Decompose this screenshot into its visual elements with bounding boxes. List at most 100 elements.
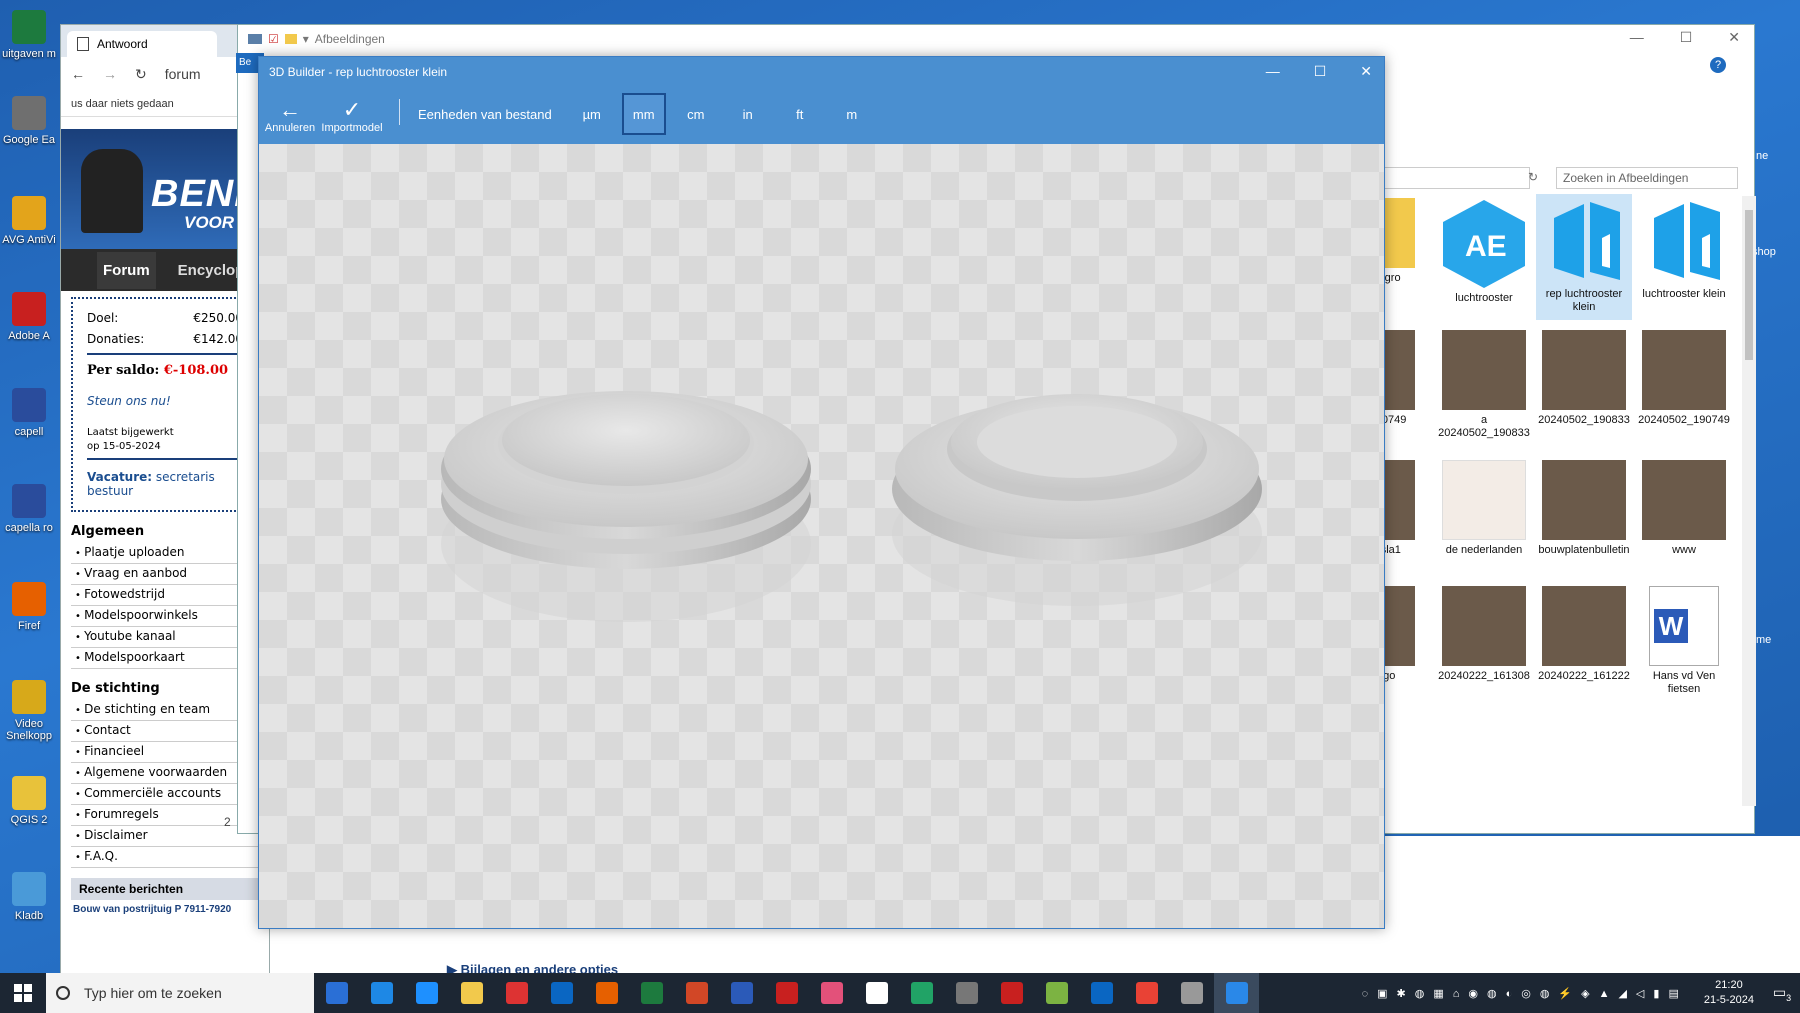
builder-close-icon[interactable]: ✕ [1360,63,1372,80]
import-model-button[interactable]: ✓ Importmodel [321,87,383,144]
app-icon [12,776,46,810]
3d-builder-window[interactable]: 3D Builder - rep luchtrooster klein — ☐ … [258,56,1385,929]
clock[interactable]: 21:20 21-5-2024 [1694,978,1764,1008]
minimize-icon[interactable]: — [1630,29,1644,46]
desktop-icon-0[interactable]: uitgaven m [0,10,64,60]
3d-viewport[interactable] [259,144,1384,928]
desktop-icon-2[interactable]: AVG AntiVi [0,196,64,246]
filezilla-icon[interactable] [764,973,809,1013]
explorer-search-input[interactable]: Zoeken in Afbeeldingen [1556,167,1738,189]
desktop-icon-6[interactable]: Firef [0,582,64,632]
paint-icon[interactable] [809,973,854,1013]
notepad-icon[interactable] [854,973,899,1013]
unit-in-button[interactable]: in [726,93,770,135]
app-icon[interactable] [989,973,1034,1013]
desktop-icon-3[interactable]: Adobe A [0,292,64,342]
page-icon [77,37,89,51]
sway-icon[interactable] [899,973,944,1013]
taskbar-app-glyph [775,982,798,1004]
task-view-icon[interactable] [314,973,359,1013]
check-icon[interactable]: ☑ [268,32,279,46]
edge-icon[interactable] [359,973,404,1013]
file-tile[interactable]: luchtrooster klein [1636,194,1732,307]
file-explorer-icon[interactable] [449,973,494,1013]
file-tile[interactable]: 20240502_190833 [1536,326,1632,433]
app-icon[interactable] [1034,973,1079,1013]
unit-m-button[interactable]: m [830,93,874,135]
desktop-icon-label: Video Snelkopp [6,718,52,742]
sidebar-link[interactable]: F.A.Q. [71,847,269,868]
browser-tab[interactable]: Antwoord [67,31,217,57]
unit-um-button[interactable]: µm [570,93,614,135]
close-icon[interactable]: ✕ [1728,29,1740,46]
support-link[interactable]: Steun ons nu! [87,394,243,408]
file-tile[interactable]: 20240222_161222 [1536,582,1632,689]
explorer-scrollbar[interactable] [1742,196,1756,806]
outlook-icon[interactable] [539,973,584,1013]
file-tile[interactable]: bouwplatenbulletin [1536,456,1632,563]
tray-icons[interactable]: ◌▣✱◍▦⌂◉◍◐◎◍⚡◈▲◢◁▮▤ [1362,987,1688,1000]
forward-arrow-icon[interactable]: → [103,66,117,82]
desktop-icon-label: uitgaven m [2,48,56,60]
file-tile[interactable]: AE luchtrooster [1436,194,1532,311]
app-icon[interactable] [944,973,989,1013]
explorer-title: Afbeeldingen [314,32,385,46]
address-input[interactable]: forum [165,66,201,82]
builder-titlebar: 3D Builder - rep luchtrooster klein — ☐ … [259,57,1384,87]
file-tile[interactable]: www [1636,456,1732,563]
ie-icon[interactable] [404,973,449,1013]
powerpoint-icon[interactable] [674,973,719,1013]
unit-mm-button[interactable]: mm [621,93,666,135]
word-icon[interactable] [719,973,764,1013]
firefox-icon[interactable] [584,973,629,1013]
explorer-titlebar: ☑ ▾ Afbeeldingen [238,25,1754,53]
desktop-icon-1[interactable]: Google Ea [0,96,64,146]
file-tile[interactable]: rep luchtrooster klein [1536,194,1632,320]
file-tile[interactable]: W Hans vd Ven fietsen [1636,582,1732,702]
file-tile[interactable]: 20240222_161308 [1436,582,1532,689]
desktop-icon-4[interactable]: capell [0,388,64,438]
saldo-value: €-108.00 [163,363,229,378]
builder-maximize-icon[interactable]: ☐ [1314,63,1327,80]
excel-icon[interactable] [629,973,674,1013]
desktop-icon-5[interactable]: capella ro [0,484,64,534]
bookmark-1[interactable]: us daar niets gedaan [71,98,174,110]
taskbar-search-box[interactable]: Typ hier om te zoeken [46,973,314,1013]
recent-post-link[interactable]: Bouw van postrijtuig P 7911-7920 [73,904,269,915]
nav-encyclopedie[interactable]: Encyclop [178,262,245,279]
3d-builder-taskbar-icon[interactable] [1214,973,1259,1013]
explorer-app-icon [248,34,262,44]
app-d-icon[interactable] [494,973,539,1013]
file-tile[interactable]: 20240502_190749 [1636,326,1732,433]
notification-icon[interactable]: ▭3 [1764,984,1800,1003]
desktop-icon-7[interactable]: Video Snelkopp [0,680,64,742]
chrome-icon[interactable] [1124,973,1169,1013]
image-thumbnail [1642,460,1726,540]
builder-minimize-icon[interactable]: — [1266,63,1280,80]
unit-ft-button[interactable]: ft [778,93,822,135]
help-icon[interactable]: ? [1710,57,1726,73]
model-left[interactable] [441,391,811,622]
taskbar-app-glyph [1045,982,1068,1004]
taskbar-app-glyph [1225,982,1248,1004]
desktop-icon-9[interactable]: Kladb [0,872,64,922]
file-tile[interactable]: a 20240502_190833 [1436,326,1532,446]
maximize-icon[interactable]: ☐ [1680,29,1693,46]
nav-forum[interactable]: Forum [97,251,156,289]
back-arrow-icon[interactable]: ← [71,66,85,82]
unit-cm-button[interactable]: cm [674,93,718,135]
desktop-icon-8[interactable]: QGIS 2 [0,776,64,826]
outlook-icon[interactable] [1079,973,1124,1013]
refresh-icon[interactable]: ↻ [1528,170,1538,184]
start-button[interactable] [0,973,46,1013]
file-tile[interactable]: de nederlanden [1436,456,1532,563]
model-right[interactable] [892,394,1262,606]
quick-access-dropdown-icon[interactable]: ▾ [303,32,309,46]
taskbar-app-glyph [1135,982,1158,1004]
explorer-path-dropdown[interactable] [1384,167,1530,189]
word-file-icon: W [1649,586,1719,666]
calculator-icon[interactable] [1169,973,1214,1013]
reload-icon[interactable]: ↻ [135,66,147,83]
scrollbar-thumb[interactable] [1745,210,1753,360]
cancel-button[interactable]: ← Annuleren [259,87,321,144]
